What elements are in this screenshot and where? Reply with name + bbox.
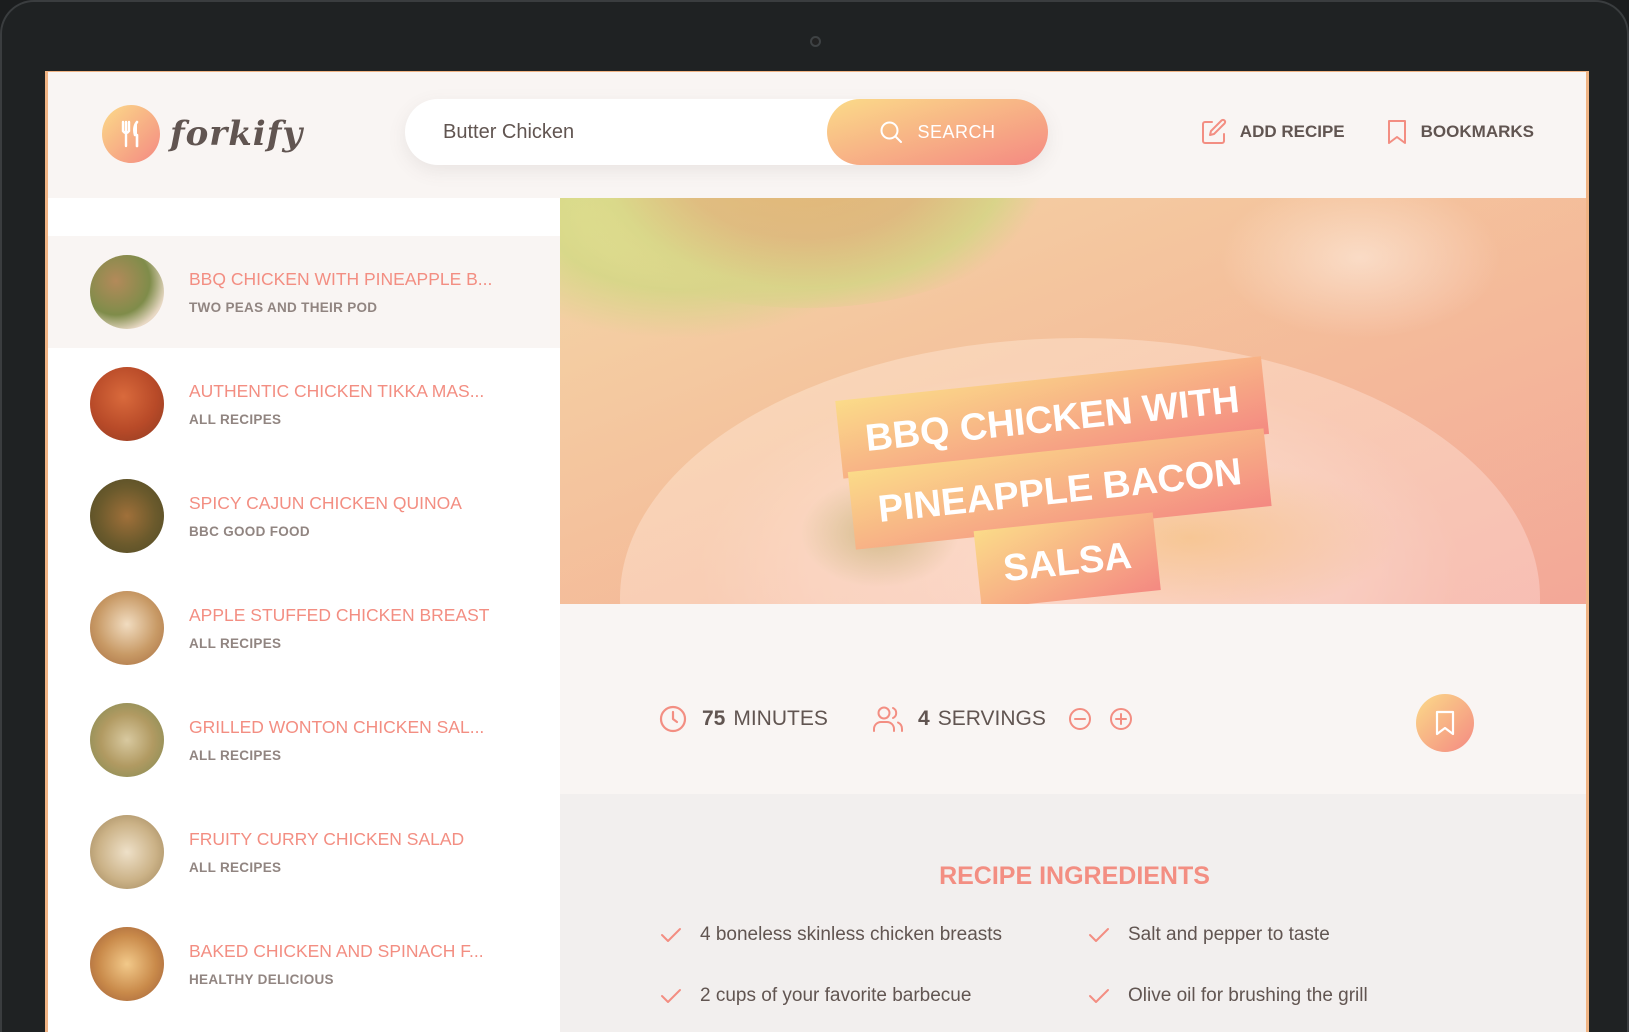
servings-label: servings (937, 707, 1046, 730)
recipe-thumbnail (90, 591, 164, 665)
ingredient-item: Salt and pepper to taste (1088, 924, 1330, 946)
recipe-thumbnail (90, 255, 164, 329)
result-publisher: Two Peas and Their Pod (189, 300, 378, 315)
users-icon (873, 706, 903, 732)
clock-icon (659, 705, 687, 733)
search-results: BBQ Chicken with Pineapple B... Two Peas… (48, 198, 560, 1032)
servings: 4 servings (872, 704, 1150, 734)
result-title: Fruity Curry Chicken Salad (189, 829, 465, 849)
plus-circle-icon (1109, 708, 1132, 730)
device-frame: forkify Search Add (0, 0, 1629, 1032)
search-button[interactable]: Search (827, 99, 1048, 165)
camera-dot (810, 36, 821, 47)
result-title: BBQ Chicken with Pineapple B... (189, 269, 493, 289)
search-form: Search (405, 99, 1048, 165)
result-item[interactable]: Authentic Chicken Tikka Mas... All Recip… (48, 348, 560, 460)
ingredient-text: 2 cups of your favorite barbecue (700, 985, 972, 1006)
result-item[interactable]: Baked Chicken and Spinach F... Healthy D… (48, 908, 560, 1020)
bookmarks-label: Bookmarks (1420, 122, 1534, 141)
recipe-thumbnail (90, 815, 164, 889)
check-icon (1089, 928, 1109, 942)
recipe-details: 75 minutes 4 servings (560, 604, 1586, 794)
result-publisher: All Recipes (189, 412, 282, 427)
result-item[interactable]: Apple Stuffed Chicken Breast All Recipes (48, 572, 560, 684)
check-icon (661, 928, 681, 942)
recipe-thumbnail (90, 479, 164, 553)
bookmark-icon (1387, 120, 1406, 144)
result-title: Spicy Cajun Chicken Quinoa (189, 493, 462, 513)
bookmarks-button[interactable]: Bookmarks (1385, 118, 1534, 146)
logo-text: forkify (170, 114, 304, 154)
servings-value: 4 (918, 707, 930, 730)
recipe-thumbnail (90, 927, 164, 1001)
search-input[interactable] (443, 99, 803, 165)
minutes-label: minutes (733, 707, 828, 730)
header: forkify Search Add (48, 72, 1586, 198)
check-icon (661, 989, 681, 1003)
logo[interactable]: forkify (102, 105, 303, 163)
ingredient-text: 4 boneless skinless chicken breasts (700, 924, 1003, 945)
result-publisher: All Recipes (189, 748, 282, 763)
result-item[interactable]: Spicy Cajun Chicken Quinoa BBC Good Food (48, 460, 560, 572)
cooking-time: 75 minutes (658, 704, 828, 734)
result-publisher: All Recipes (189, 860, 282, 875)
check-icon (1089, 989, 1109, 1003)
result-publisher: Healthy Delicious (189, 972, 334, 987)
minus-circle-icon (1068, 708, 1091, 730)
decrease-servings-button[interactable] (1068, 707, 1106, 731)
top-nav: Add recipe Bookmarks (1160, 118, 1534, 146)
minutes-value: 75 (702, 707, 726, 730)
result-item[interactable]: Grilled Wonton Chicken Sal... All Recipe… (48, 684, 560, 796)
search-icon (880, 121, 903, 143)
ingredient-text: Olive oil for brushing the grill (1128, 985, 1368, 1006)
ingredients-heading: Recipe ingredients (939, 862, 1210, 890)
ingredient-item: Olive oil for brushing the grill (1088, 985, 1368, 1007)
ingredient-item: 2 cups of your favorite barbecue (660, 985, 971, 1007)
result-title: Grilled Wonton Chicken Sal... (189, 717, 485, 737)
result-title: Authentic Chicken Tikka Mas... (189, 381, 485, 401)
result-publisher: All Recipes (189, 636, 282, 651)
result-title: Baked Chicken and Spinach F... (189, 941, 484, 961)
ingredient-item: 4 boneless skinless chicken breasts (660, 924, 1002, 946)
result-item[interactable]: BBQ Chicken with Pineapple B... Two Peas… (48, 236, 560, 348)
result-publisher: BBC Good Food (189, 524, 310, 539)
result-title: Apple Stuffed Chicken Breast (189, 605, 490, 625)
ingredient-text: Salt and pepper to taste (1128, 924, 1330, 945)
bookmark-icon (1435, 710, 1455, 736)
add-recipe-button[interactable]: Add recipe (1200, 118, 1345, 146)
servings-controls (1068, 707, 1150, 731)
recipe-thumbnail (90, 703, 164, 777)
result-item[interactable]: Fruity Curry Chicken Salad All Recipes (48, 796, 560, 908)
fork-knife-icon (102, 105, 160, 163)
recipe-view: BBQ Chicken with Pineapple Bacon Salsa 7… (560, 198, 1586, 1032)
recipe-ingredients: Recipe ingredients 4 boneless skinless c… (560, 794, 1586, 1032)
increase-servings-button[interactable] (1109, 707, 1147, 731)
search-button-label: Search (917, 121, 996, 142)
add-recipe-label: Add recipe (1239, 122, 1345, 141)
recipe-thumbnail (90, 367, 164, 441)
bookmark-recipe-button[interactable] (1416, 694, 1474, 752)
edit-icon (1201, 118, 1226, 144)
app-screen: forkify Search Add (45, 71, 1589, 1032)
